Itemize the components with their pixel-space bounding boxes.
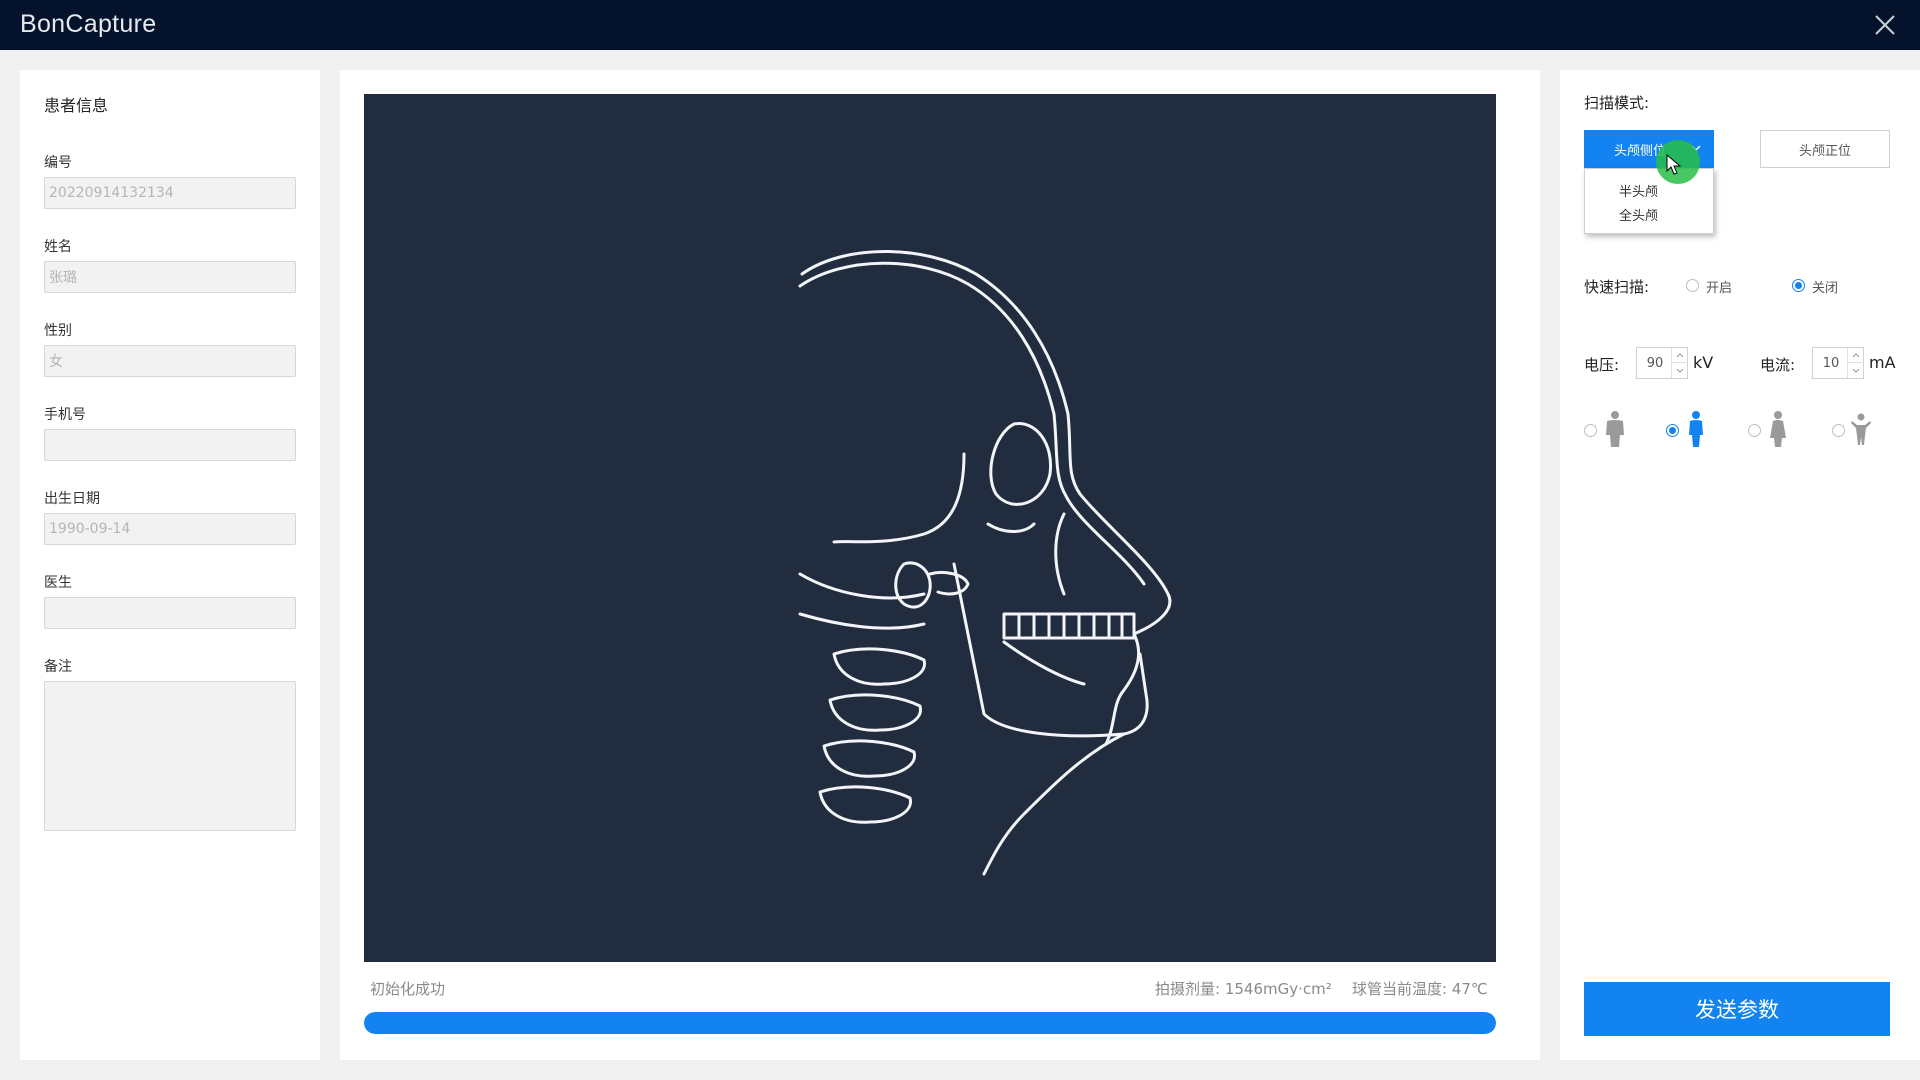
scan-settings-card: 扫描模式: 头颅侧位 头颅正位 半头颅 全头颅 快速扫描: 开启 关闭 电压: [1560,70,1920,1060]
progress-bar [364,1012,1496,1034]
fast-scan-on-label: 开启 [1706,281,1733,296]
fast-scan-off-label: 关闭 [1812,281,1839,296]
body-type-medium-radio[interactable] [1666,424,1679,437]
close-icon[interactable] [1870,10,1900,40]
current-down-icon[interactable] [1848,363,1864,378]
patient-info-panel: 患者信息 编号 姓名 性别 手机号 出生日期 医生 备注 [20,70,320,1060]
current-stepper [1812,347,1864,379]
gender-label: 性别 [44,323,72,339]
voltage-label: 电压: [1584,356,1620,374]
status-text: 初始化成功 [370,980,446,998]
mouse-cursor-icon [1666,154,1682,175]
notes-field[interactable] [44,681,296,831]
image-viewer-panel: 初始化成功 拍摄剂量: 1546mGy·cm² 球管当前温度: 47℃ [340,70,1540,1060]
current-arrows [1847,348,1864,378]
skull-lateral-illustration [798,250,1172,876]
voltage-stepper [1636,347,1688,379]
phone-field[interactable] [44,429,296,461]
gender-field[interactable] [44,345,296,377]
voltage-arrows [1671,348,1688,378]
current-up-icon[interactable] [1848,348,1864,363]
birth-date-label: 出生日期 [44,491,100,507]
body-type-large-radio[interactable] [1584,424,1597,437]
current-input[interactable] [1813,348,1849,378]
name-label: 姓名 [44,239,72,255]
send-parameters-button[interactable]: 发送参数 [1584,982,1890,1036]
voltage-unit: kV [1693,353,1714,372]
fast-scan-on-radio[interactable] [1686,279,1699,292]
dropdown-item-half-skull[interactable]: 半头颅 [1619,181,1658,200]
id-field[interactable] [44,177,296,209]
voltage-down-icon[interactable] [1672,363,1688,378]
app-title: BonCapture [20,10,157,38]
phone-label: 手机号 [44,407,86,423]
scan-settings-panel: 扫描模式: 头颅侧位 头颅正位 半头颅 全头颅 快速扫描: 开启 关闭 电压: [1540,70,1920,1060]
current-unit: mA [1869,353,1896,372]
dose-readout: 拍摄剂量: 1546mGy·cm² [1155,980,1332,998]
adult-medium-icon [1689,411,1703,447]
name-field[interactable] [44,261,296,293]
fast-scan-label: 快速扫描: [1584,278,1650,296]
mode-frontal-button[interactable]: 头颅正位 [1760,130,1890,168]
doctor-field[interactable] [44,597,296,629]
tube-temperature-readout: 球管当前温度: 47℃ [1352,980,1488,998]
progress-fill [364,1012,1496,1034]
id-label: 编号 [44,155,72,171]
birth-date-field[interactable] [44,513,296,545]
body-type-child-radio[interactable] [1832,424,1845,437]
current-label: 电流: [1760,356,1796,374]
patient-info-heading: 患者信息 [44,96,109,115]
voltage-input[interactable] [1637,348,1673,378]
title-bar: BonCapture [0,0,1920,50]
child-icon [1851,413,1871,445]
adult-female-icon [1770,411,1786,447]
fast-scan-off-radio[interactable] [1792,279,1805,292]
scan-mode-label: 扫描模式: [1584,94,1650,112]
doctor-label: 医生 [44,575,72,591]
adult-large-icon [1606,411,1624,447]
voltage-up-icon[interactable] [1672,348,1688,363]
xray-preview [364,94,1496,962]
mode-dropdown-menu: 半头颅 全头颅 [1584,168,1714,234]
notes-label: 备注 [44,659,72,675]
body-type-female-radio[interactable] [1748,424,1761,437]
dropdown-item-full-skull[interactable]: 全头颅 [1619,205,1658,224]
